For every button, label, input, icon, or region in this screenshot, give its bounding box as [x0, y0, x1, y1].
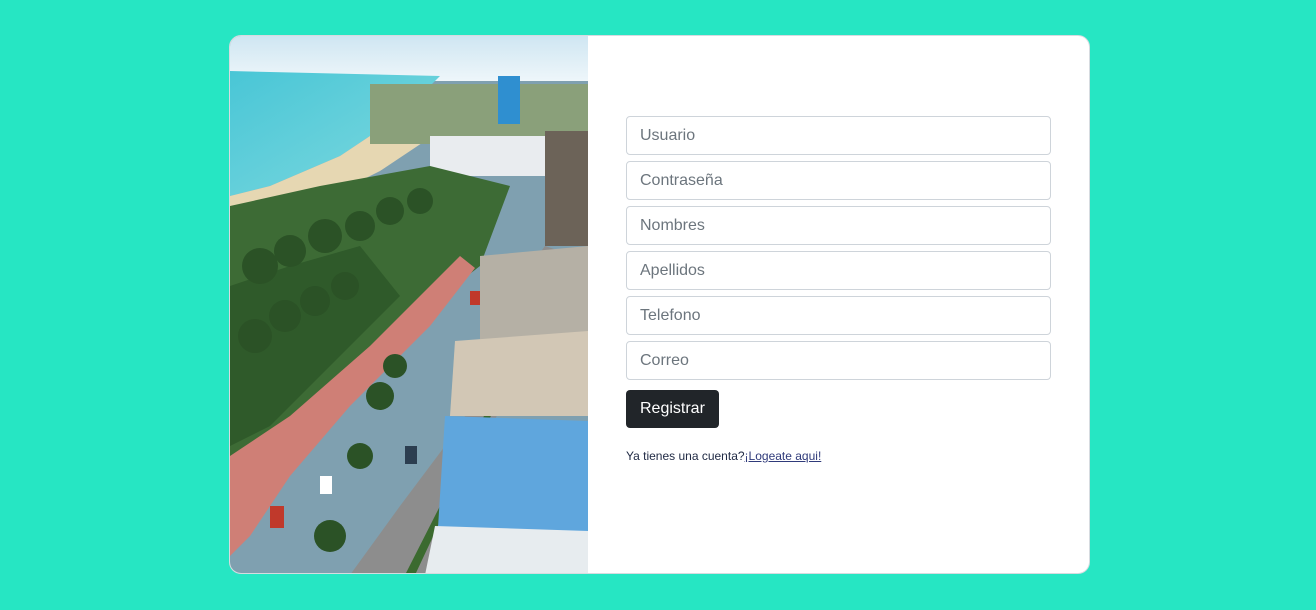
- correo-input[interactable]: [626, 341, 1051, 380]
- coastal-city-photo: [230, 36, 588, 573]
- apellidos-input[interactable]: [626, 251, 1051, 290]
- registrar-button[interactable]: Registrar: [626, 390, 719, 428]
- register-card: Registrar Ya tienes una cuenta?¡Logeate …: [229, 35, 1090, 574]
- login-prompt: Ya tienes una cuenta?¡Logeate aqui!: [626, 449, 1052, 463]
- register-form: Registrar Ya tienes una cuenta?¡Logeate …: [626, 116, 1052, 463]
- contrasena-input[interactable]: [626, 161, 1051, 200]
- usuario-input[interactable]: [626, 116, 1051, 155]
- login-link[interactable]: ¡Logeate aqui!: [745, 449, 822, 463]
- nombres-input[interactable]: [626, 206, 1051, 245]
- login-prompt-text: Ya tienes una cuenta?: [626, 449, 745, 463]
- telefono-input[interactable]: [626, 296, 1051, 335]
